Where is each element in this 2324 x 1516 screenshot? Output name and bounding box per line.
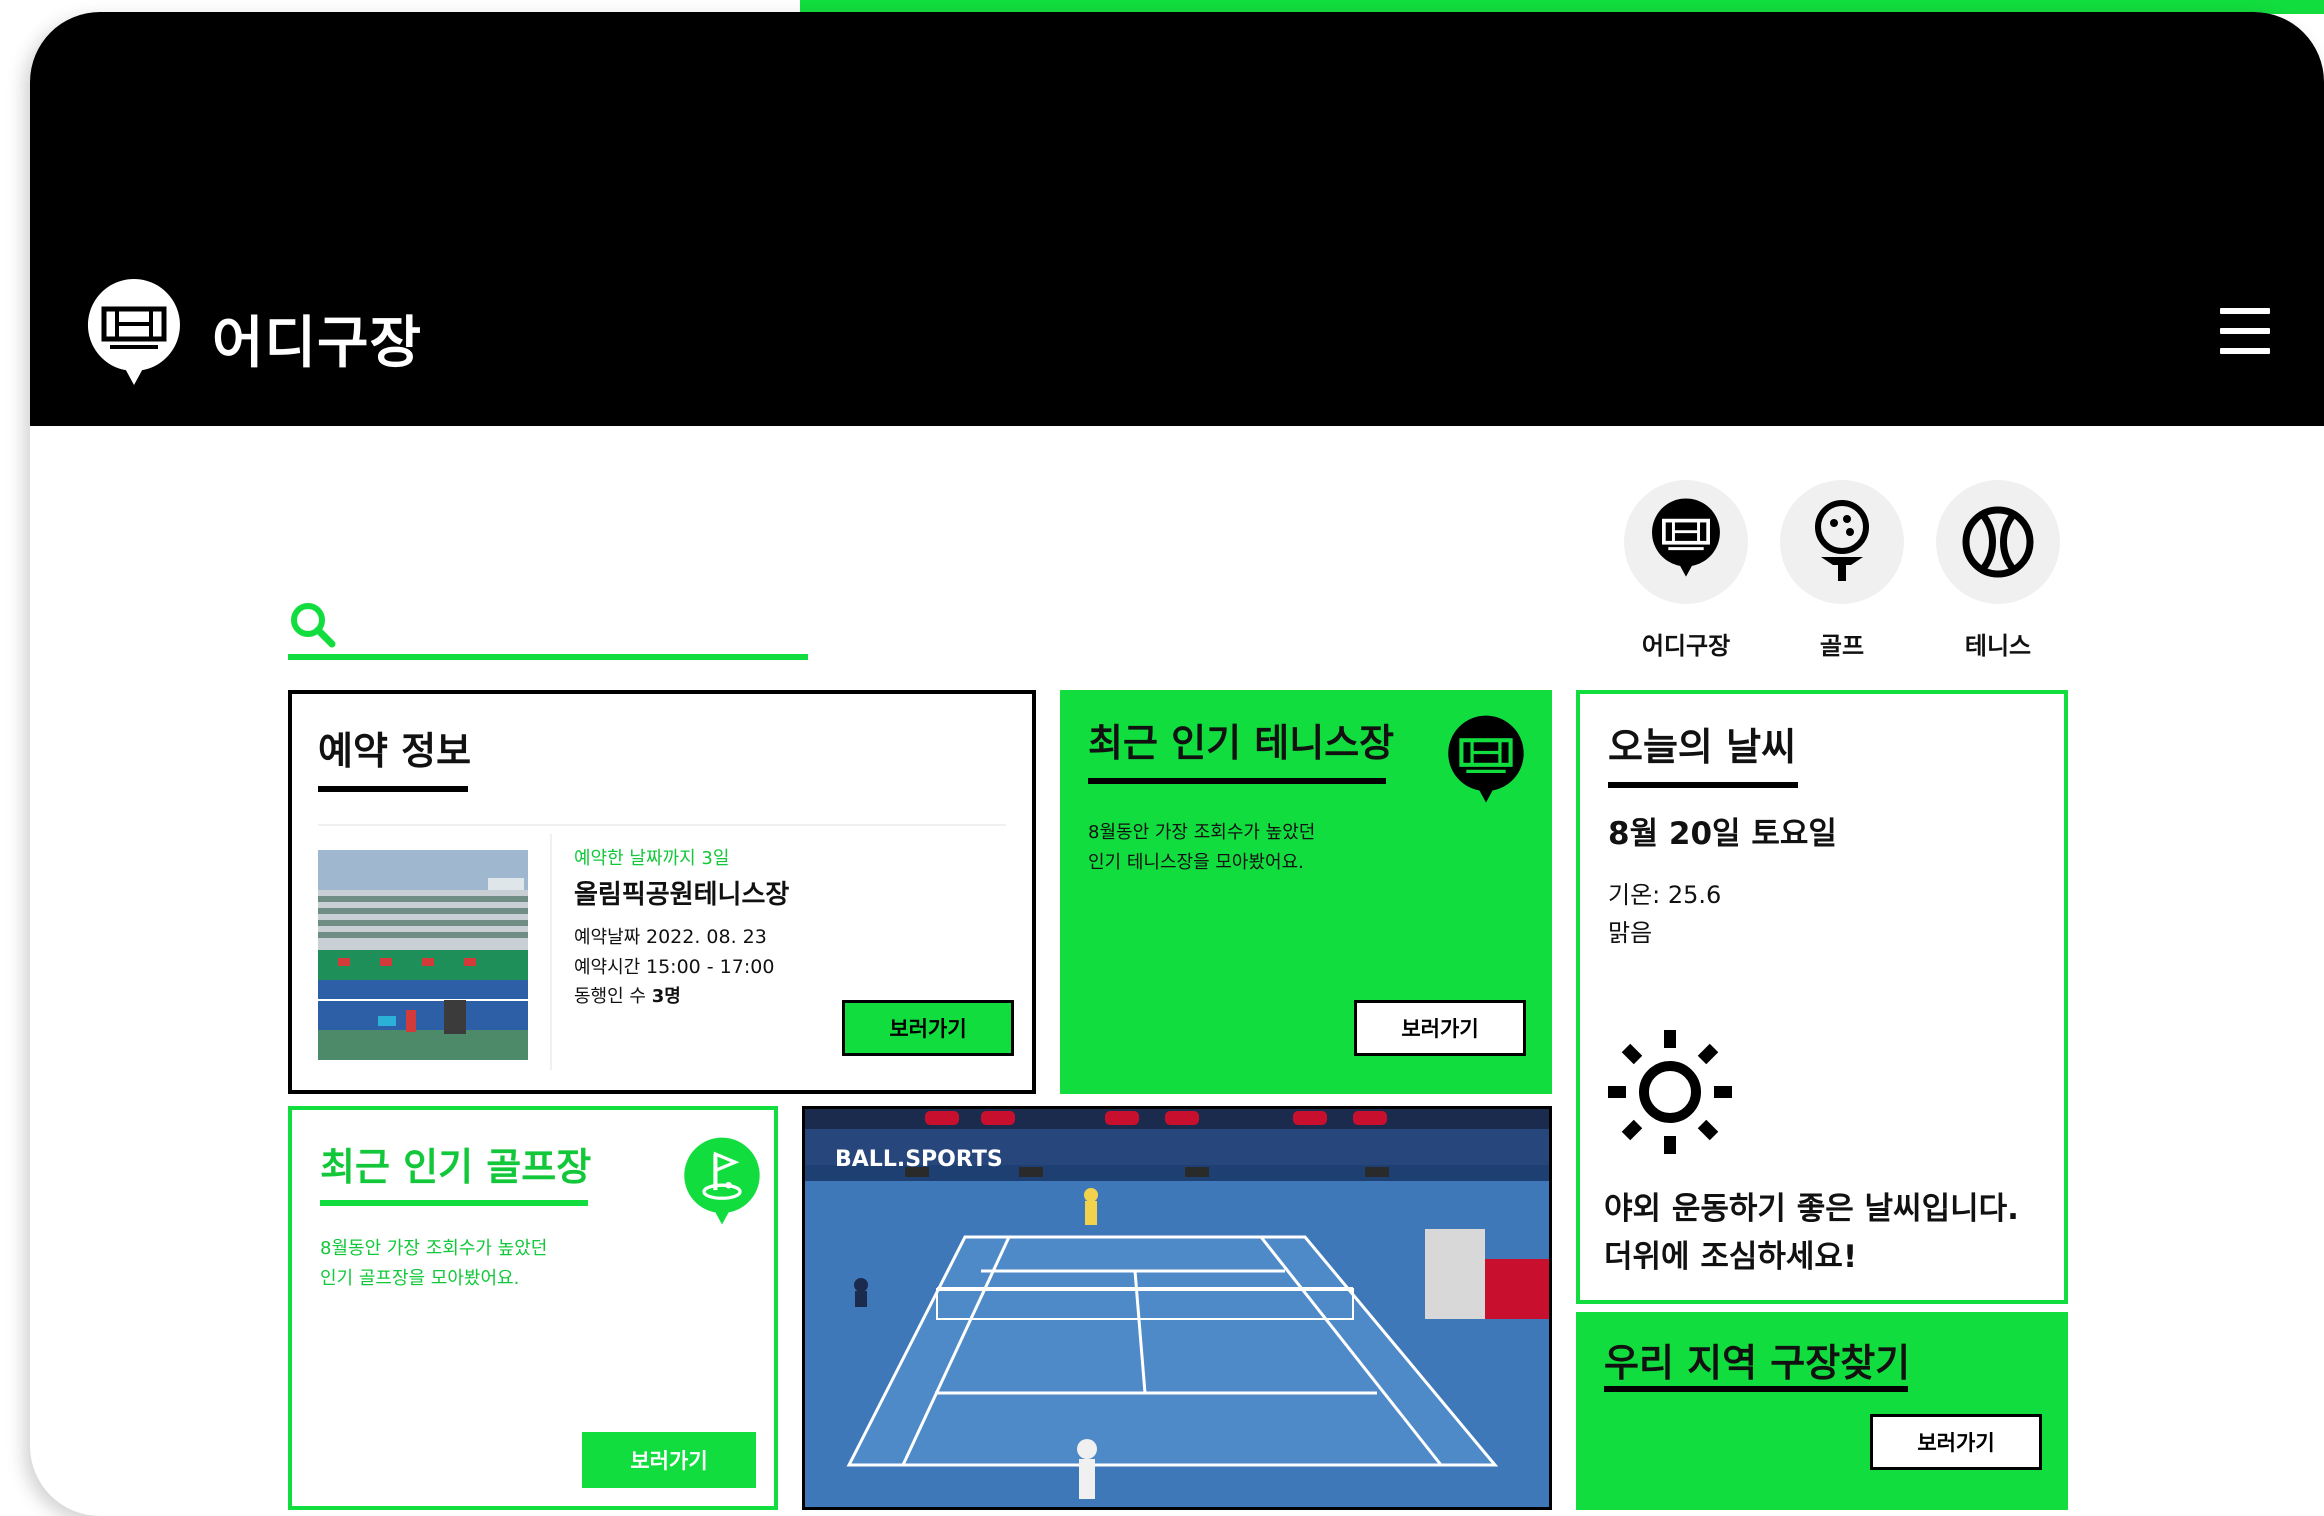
- description-line: 8월동안 가장 조회수가 높았던: [1088, 822, 1316, 843]
- weather-message: 야외 운동하기 좋은 날씨입니다.: [1604, 1191, 2019, 1227]
- description-line: 인기 테니스장을 모아봤어요.: [1088, 852, 1304, 873]
- golf-flag-pin-icon: [684, 1137, 760, 1225]
- popular-tennis-card: 최근 인기 테니스장 8월동안 가장 조회수가 높았던 인기 테니스장을 모아봤…: [1060, 690, 1552, 1094]
- description-line: 8월동안 가장 조회수가 높았던: [320, 1238, 548, 1259]
- video-watermark: BALL.SPORTS: [835, 1147, 1003, 1172]
- device-frame: 어디구장 어디구장 골프 테니스 예약 정보 예약한 날짜까지 3일 올림픽공원…: [30, 12, 2324, 1516]
- popular-golf-view-button[interactable]: 보러가기: [582, 1432, 756, 1488]
- app-title: 어디구장: [212, 311, 423, 376]
- court-pin-icon: [1448, 715, 1524, 803]
- local-view-button[interactable]: 보러가기: [1870, 1414, 2042, 1470]
- sun-icon: [1608, 1030, 1732, 1154]
- category-label: 골프: [1819, 632, 1865, 660]
- tennis-video[interactable]: BALL.SPORTS: [802, 1106, 1552, 1510]
- weather-date: 8월 20일 토요일: [1608, 816, 1837, 852]
- title-underline: [318, 786, 468, 792]
- app-header: 어디구장: [30, 12, 2324, 426]
- reservation-card: 예약 정보 예약한 날짜까지 3일 올림픽공원테니스장 예약날짜 2022. 0…: [288, 690, 1036, 1094]
- card-title: 최근 인기 테니스장: [1088, 721, 1395, 765]
- weather-card: 오늘의 날씨 8월 20일 토요일 기온: 25.6 맑음 야외 운동하기 좋은…: [1576, 690, 2068, 1304]
- weather-message: 더위에 조심하세요!: [1604, 1239, 1858, 1275]
- search-icon[interactable]: [288, 600, 338, 650]
- popular-tennis-view-button[interactable]: 보러가기: [1354, 1000, 1526, 1056]
- category-label: 테니스: [1964, 632, 2032, 660]
- category-court[interactable]: 어디구장: [1624, 480, 1748, 661]
- venue-name: 올림픽공원테니스장: [574, 880, 790, 910]
- title-underline: [320, 1200, 588, 1206]
- description-line: 인기 골프장을 모아봤어요.: [320, 1268, 520, 1289]
- weather-condition: 맑음: [1608, 919, 1653, 947]
- time-value: 15:00 - 17:00: [645, 956, 775, 978]
- companions-value: 3명: [651, 986, 681, 1007]
- tennis-ball-icon: [1962, 506, 2034, 578]
- court-pin-icon: [1652, 498, 1720, 577]
- companions-label: 동행인 수: [574, 986, 646, 1007]
- time-label: 예약시간: [574, 957, 641, 978]
- title-underline: [1088, 778, 1386, 784]
- golf-ball-tee-icon: [1815, 500, 1869, 581]
- local-court-card: 우리 지역 구장찾기 보러가기: [1576, 1312, 2068, 1510]
- search-underline: [288, 654, 808, 660]
- card-title: 우리 지역 구장찾기: [1604, 1341, 1911, 1385]
- hamburger-menu-icon[interactable]: [2220, 308, 2270, 356]
- category-label: 어디구장: [1641, 632, 1731, 660]
- weather-temp: 기온: 25.6: [1608, 881, 1722, 909]
- stadium-photo: [318, 850, 528, 1060]
- card-title: 최근 인기 골프장: [320, 1145, 592, 1189]
- date-value: 2022. 08. 23: [645, 926, 767, 948]
- card-title: 오늘의 날씨: [1608, 725, 1797, 769]
- card-title: 예약 정보: [318, 729, 472, 773]
- category-tennis[interactable]: 테니스: [1936, 480, 2060, 661]
- date-label: 예약날짜: [574, 927, 641, 948]
- countdown-text: 예약한 날짜까지 3일: [574, 848, 730, 869]
- divider: [550, 834, 552, 1070]
- reservation-time: 예약시간 15:00 - 17:00: [574, 952, 774, 983]
- title-underline: [1604, 1386, 1908, 1392]
- divider: [318, 824, 1006, 826]
- reservation-date: 예약날짜 2022. 08. 23: [574, 922, 767, 953]
- reservation-view-button[interactable]: 보러가기: [842, 1000, 1014, 1056]
- title-underline: [1608, 782, 1798, 788]
- search-bar: [288, 590, 808, 660]
- category-golf[interactable]: 골프: [1780, 480, 1904, 661]
- popular-golf-card: 최근 인기 골프장 8월동안 가장 조회수가 높았던 인기 골프장을 모아봤어요…: [288, 1106, 778, 1510]
- search-input[interactable]: [352, 604, 796, 646]
- reservation-companions: 동행인 수 3명: [574, 982, 681, 1012]
- court-pin-icon[interactable]: [86, 277, 182, 399]
